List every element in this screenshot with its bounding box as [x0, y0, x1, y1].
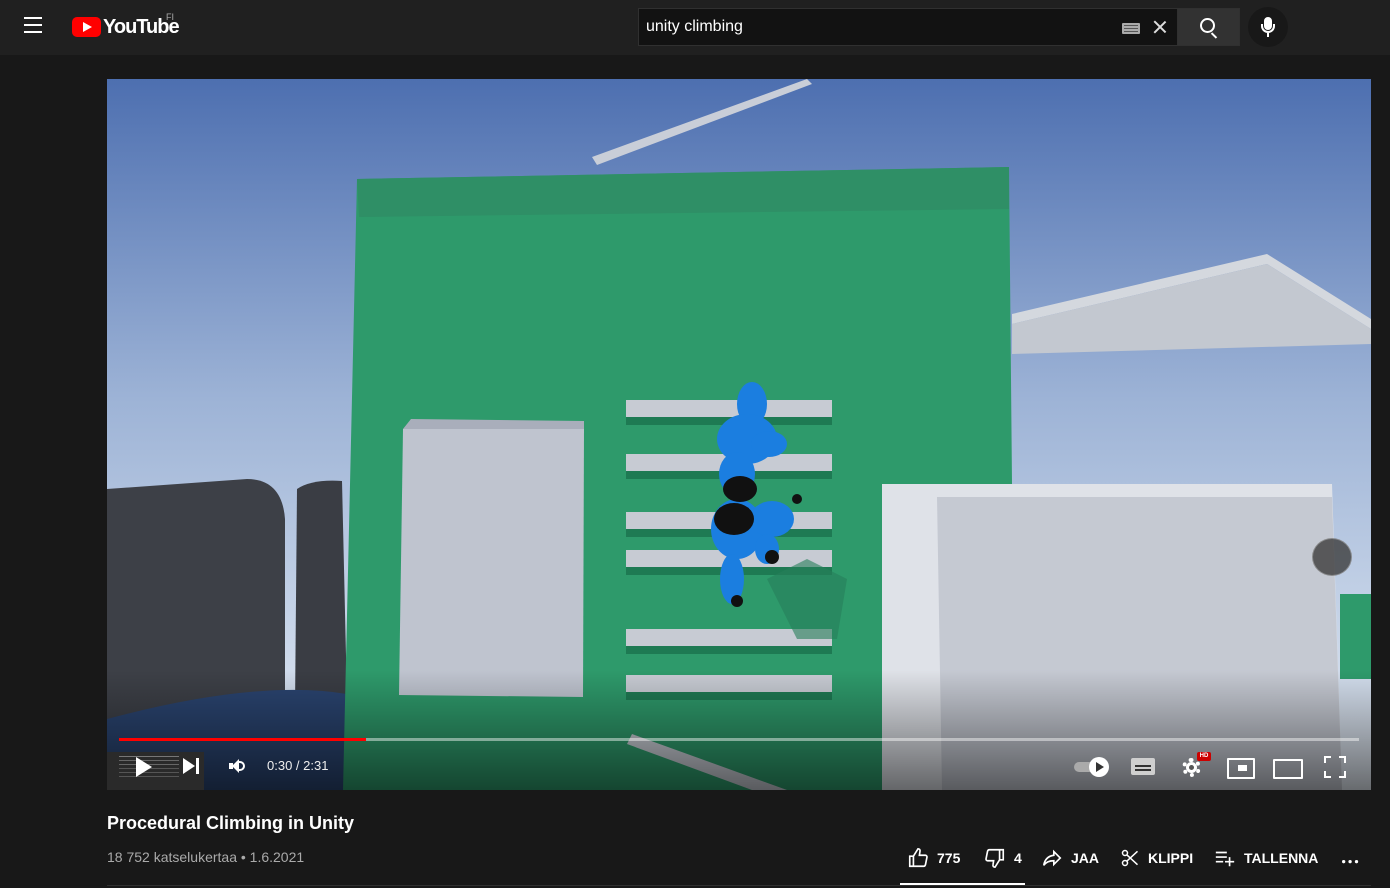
playlist-add-icon: [1215, 851, 1235, 867]
progress-bar[interactable]: [119, 738, 1359, 741]
scissors-icon: [1121, 849, 1139, 867]
next-video-icon[interactable]: [181, 757, 203, 777]
hd-badge: HD: [1197, 752, 1211, 761]
like-count: 775: [937, 850, 961, 866]
video-meta: 18 752 katselukertaa • 1.6.2021: [107, 849, 305, 865]
miniplayer-icon[interactable]: [1227, 757, 1255, 779]
more-icon: [1342, 860, 1359, 864]
save-button[interactable]: TALLENNA: [1214, 843, 1318, 873]
autoplay-toggle[interactable]: [1074, 757, 1110, 777]
search-box[interactable]: [638, 8, 1177, 46]
search-button[interactable]: [1177, 8, 1240, 46]
pip-overlay-icon[interactable]: [1312, 538, 1352, 576]
youtube-play-icon: [72, 17, 101, 37]
thumbs-down-icon: [985, 848, 1005, 868]
keyboard-icon[interactable]: [1122, 23, 1140, 34]
video-title: Procedural Climbing in Unity: [107, 813, 355, 833]
clip-label: KLIPPI: [1148, 850, 1194, 866]
clear-search-icon[interactable]: [1151, 18, 1169, 36]
share-button[interactable]: JAA: [1041, 843, 1099, 873]
subtitles-icon[interactable]: [1131, 758, 1155, 776]
progress-fill: [119, 738, 366, 741]
like-button[interactable]: 775: [907, 843, 960, 873]
voice-search-button[interactable]: [1248, 7, 1288, 47]
dislike-count: 4: [1014, 850, 1022, 866]
menu-icon[interactable]: [24, 17, 48, 37]
volume-icon[interactable]: [227, 757, 251, 777]
region-code: FI: [166, 12, 174, 22]
divider: [107, 885, 1371, 886]
thumbs-up-icon: [908, 848, 928, 868]
more-actions-button[interactable]: [1340, 843, 1370, 873]
video-player[interactable]: 0:30 / 2:31 HD: [107, 79, 1371, 790]
share-icon: [1042, 849, 1062, 867]
share-label: JAA: [1071, 850, 1100, 866]
masthead: YouTube FI: [0, 0, 1390, 55]
time-display: 0:30 / 2:31: [267, 758, 329, 773]
fullscreen-icon[interactable]: [1324, 756, 1346, 778]
search-input[interactable]: [646, 18, 1106, 36]
clip-button[interactable]: KLIPPI: [1120, 843, 1193, 873]
save-label: TALLENNA: [1244, 850, 1319, 866]
play-icon[interactable]: [134, 755, 156, 779]
theater-mode-icon[interactable]: [1273, 758, 1303, 779]
dislike-button[interactable]: 4: [984, 843, 1022, 873]
search-icon: [1200, 18, 1215, 33]
youtube-logo[interactable]: YouTube: [72, 15, 180, 39]
